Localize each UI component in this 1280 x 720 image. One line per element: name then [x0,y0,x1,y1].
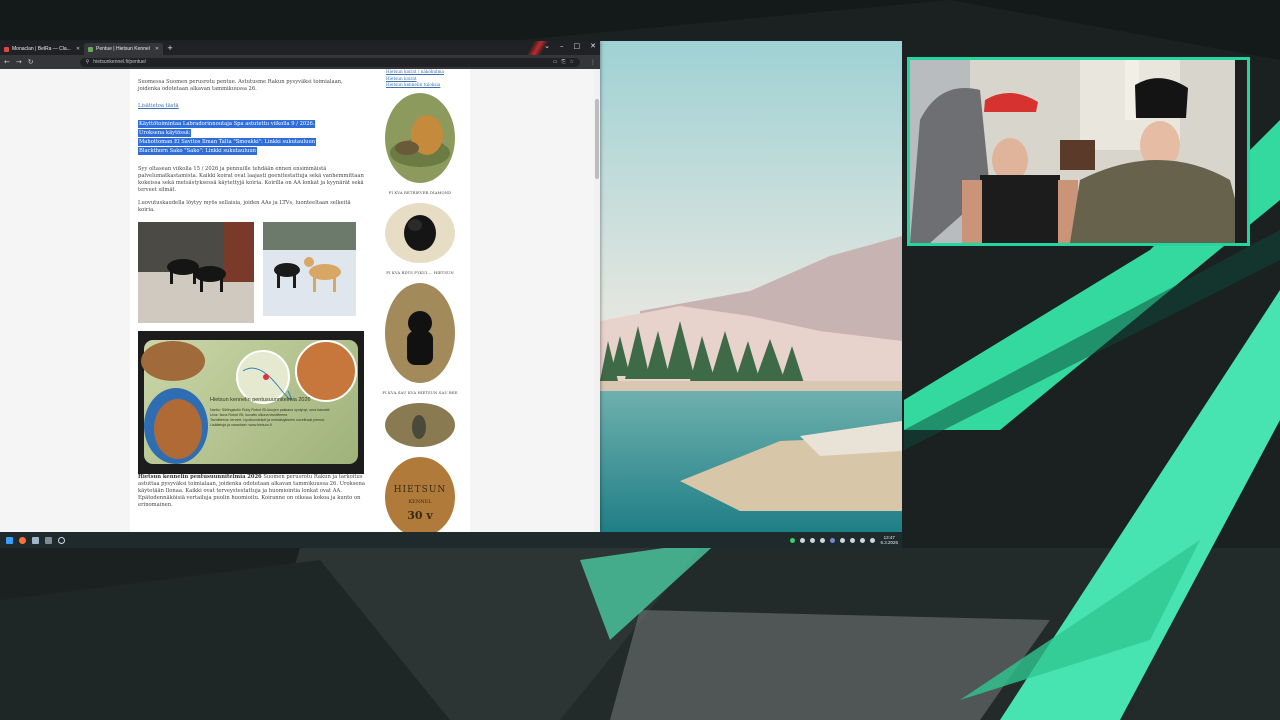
back-arrow-icon[interactable]: ← [4,58,10,66]
black-dog-portrait[interactable] [385,202,455,263]
reload-icon[interactable]: ↻ [28,58,34,66]
volume-icon[interactable] [870,537,876,543]
app-icon[interactable] [45,536,52,544]
url-field[interactable]: ⚲ hietsunkennel.fi/pentue/ ▭ ⎘ ☆ [79,57,580,67]
selected-line: Uroksena käytössä: [138,129,192,137]
web-page: Suomessa Suomen perusrotu pentue. Astutu… [130,69,470,532]
bottom-paragraph: Hietsun kennelin pentusuunnitelmia 2026 … [138,474,366,509]
close-icon[interactable]: ✕ [590,42,596,50]
start-windows-icon[interactable] [6,536,13,544]
desktop-wallpaper [600,41,902,532]
tray-app-icon[interactable] [800,537,806,543]
selected-line: Blackthorn Sako "Sako": Linkki sukutaulu… [138,147,258,155]
body-paragraph: Syy oltasean viikolla 15 / 2026 ja pennu… [138,166,364,193]
steam-icon[interactable] [32,536,39,544]
page-scrollbar[interactable] [594,69,600,532]
dog-caption: FI KVA SAU KVA HIETSUN SAU BEE [382,389,458,395]
forest-dog-portrait[interactable] [385,402,455,447]
tab-label: Pentue | Hietsun Kennel [96,46,150,52]
tab-favicon-icon [4,46,9,52]
dog-caption: FI KVA RDTS PYKUI ... HIETSUN [386,269,454,275]
sidebar: Hietsun koirat / näkökulma Hietsun koira… [382,69,458,532]
golden-dog-portrait[interactable] [385,92,455,183]
forward-arrow-icon[interactable]: → [16,58,22,66]
taskbar-clock[interactable]: 13:47 6.3.2026 [880,535,898,546]
webcam-overlay [907,57,1250,246]
webcam-feed [910,60,1247,243]
chevron-down-icon[interactable]: ⌄ [544,42,550,50]
sidebar-links: Hietsun koirat / näkökulma Hietsun koira… [386,69,458,89]
poster-text: Hietsun kennelin pentusuunnitelmia 2026 … [210,397,340,428]
close-tab-icon[interactable]: ✕ [155,46,159,52]
maximize-icon[interactable]: □ [574,42,581,50]
dogs-in-snow-photo[interactable] [263,222,356,316]
taskbar-apps [6,536,65,544]
tab-favicon-icon [88,46,94,52]
black-lab-portrait[interactable] [385,282,455,383]
tab-pentue[interactable]: Pentue | Hietsun Kennel ✕ [84,43,164,55]
page-viewport: Suomessa Suomen perusrotu pentue. Astutu… [0,69,600,532]
close-tab-icon[interactable]: ✕ [76,46,80,52]
tray-app-icon[interactable] [810,537,816,543]
clock-date: 6.3.2026 [880,540,898,545]
bookmark-star-icon[interactable]: ☆ [570,59,574,65]
tray-app-icon[interactable] [850,537,856,543]
share-icon[interactable]: ⎘ [562,59,566,65]
obs-icon[interactable] [58,536,65,544]
browser-window: Monaclan | BelRa — Cla... ✕ Pentue | Hie… [0,41,600,532]
dog-caption: FI KVA RETRIEVER DIAMOND [388,189,452,195]
tray-app-icon[interactable] [840,537,846,543]
sign-line: HIETSUN [393,484,447,495]
scrollbar-thumb[interactable] [595,99,599,179]
network-icon[interactable] [860,537,866,543]
menu-icon[interactable]: ⋮ [590,59,596,66]
sign-line: KENNEL [408,498,432,505]
dogs-at-night-photo[interactable] [138,222,254,323]
system-tray: 13:47 6.3.2026 [790,532,898,548]
address-bar-row: ← → ↻ ⚲ hietsunkennel.fi/pentue/ ▭ ⎘ ☆ ⋮ [0,55,600,69]
window-controls: ⌄ – □ ✕ [544,42,596,50]
tab-bar: Monaclan | BelRa — Cla... ✕ Pentue | Hie… [0,41,600,55]
minimize-icon[interactable]: – [560,42,564,50]
url-text: hietsunkennel.fi/pentue/ [93,59,147,65]
new-tab-button[interactable]: + [167,44,173,52]
tray-app-icon[interactable] [820,537,826,543]
site-info-icon[interactable]: ⚲ [86,59,90,65]
discord-icon[interactable] [830,537,836,543]
sign-line: 30 v [407,508,433,522]
sidebar-link[interactable]: Hietsun kennelin tuloksia [386,82,458,89]
poster-line: Lisätietoja ja varaukset: www.hietsun.fi [210,423,272,427]
install-icon[interactable]: ▭ [553,59,558,65]
selected-line: Käyttötoimintaa Labradorinnoutaja Spa as… [138,120,316,128]
selected-text-block: Käyttötoimintaa Labradorinnoutaja Spa as… [138,120,366,156]
intro-text: Suomessa Suomen perusrotu pentue. Astutu… [138,79,343,92]
litter-plan-poster[interactable]: Hietsun kennelin pentusuunnitelmia 2026 … [138,331,364,474]
tray-app-icon[interactable] [790,537,796,543]
poster-title: Hietsun kennelin pentusuunnitelmia 2026 [210,397,311,403]
body-paragraph: Luovutuskaudella löytyy myös sellaisia, … [138,200,351,213]
tab-label: Monaclan | BelRa — Cla... [12,46,71,52]
photo-row [138,222,366,323]
selected-line: Mahottoman El Savitos Ilman Talta "Smouk… [138,138,317,146]
bottom-heading: Hietsun kennelin pentusuunnitelmia 2026 [138,474,262,480]
firefox-icon[interactable] [19,536,26,544]
desktop: Monaclan | BelRa — Cla... ✕ Pentue | Hie… [0,41,902,548]
more-link[interactable]: Lisätietoa tästä [138,103,179,109]
main-column: Suomessa Suomen perusrotu pentue. Astutu… [138,79,366,515]
tab-monaclan[interactable]: Monaclan | BelRa — Cla... ✕ [0,43,84,55]
kennel-anniversary-sign[interactable]: HIETSUN KENNEL 30 v [385,456,455,532]
taskbar: 13:47 6.3.2026 [0,532,902,548]
